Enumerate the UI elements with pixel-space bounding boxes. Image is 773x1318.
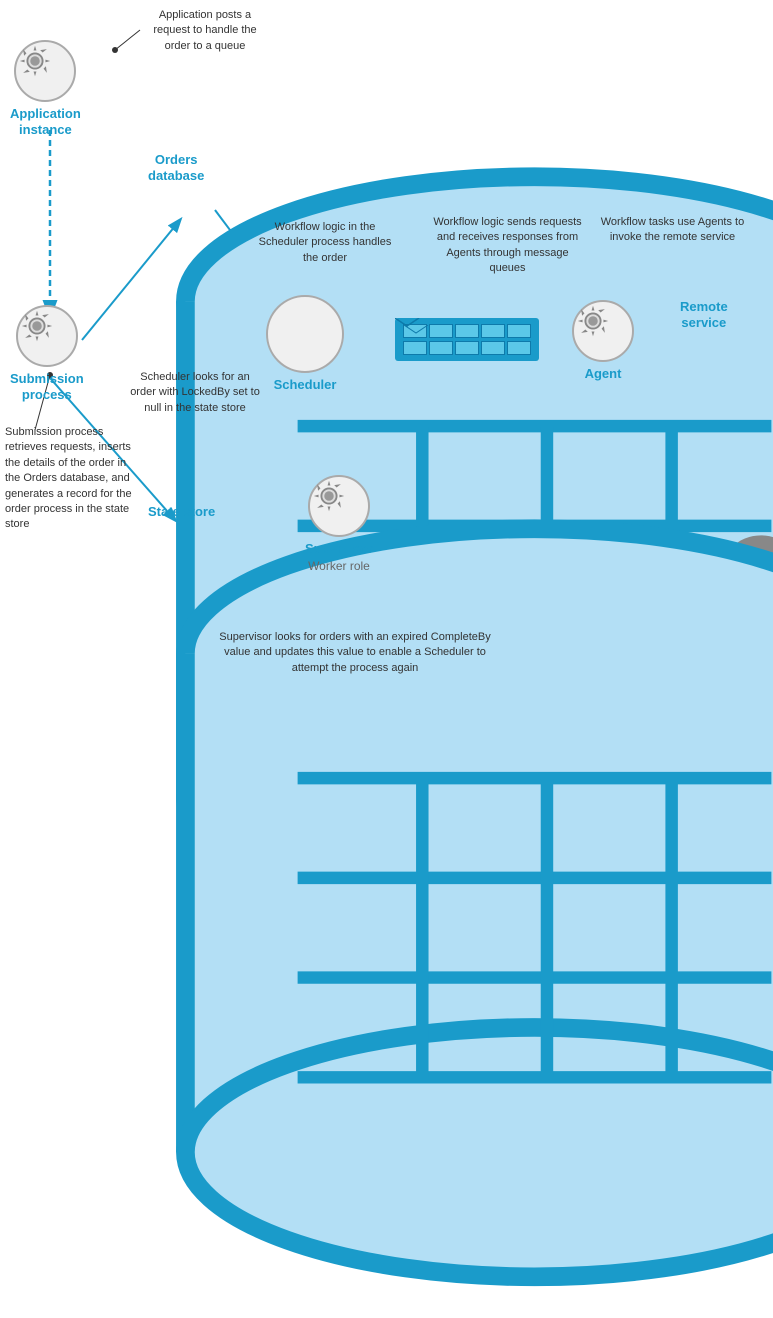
- state-store-label: State store: [148, 504, 215, 520]
- remote-service-label: Remoteservice: [680, 299, 728, 330]
- annotation-supervisor-looks: Supervisor looks for orders with an expi…: [215, 630, 495, 676]
- annotation-app-queue: Application posts a request to handle th…: [140, 8, 270, 54]
- message-queue-node: [395, 318, 539, 361]
- diagram: Application instance Application posts a…: [0, 0, 773, 818]
- agent-node: Agent: [572, 300, 634, 382]
- supervisor-icon: [308, 475, 370, 537]
- application-instance-icon: [14, 40, 76, 102]
- state-store-icon: [148, 500, 773, 1318]
- application-instance-node: Application instance: [10, 40, 81, 137]
- annotation-scheduler-handles: Workflow logic in the Scheduler process …: [255, 220, 395, 266]
- orders-database-node: Ordersdatabase: [148, 148, 204, 183]
- scheduler-node: Scheduler: [255, 295, 355, 393]
- state-store-node: State store: [148, 500, 215, 520]
- scheduler-icon: [266, 295, 344, 373]
- annotation-submission: Submission process retrieves requests, i…: [5, 425, 135, 533]
- application-instance-label: Application instance: [10, 106, 81, 137]
- annotation-scheduler-looks: Scheduler looks for an order with Locked…: [130, 370, 260, 416]
- submission-process-icon: [16, 305, 78, 367]
- worker-role-label: Worker role: [308, 559, 370, 573]
- agent-label: Agent: [585, 366, 622, 382]
- supervisor-label: Supervisor: [305, 541, 373, 557]
- scheduler-label: Scheduler: [274, 377, 337, 393]
- annotation-workflow-tasks: Workflow tasks use Agents to invoke the …: [600, 215, 745, 246]
- annotation-workflow-sends: Workflow logic sends requests and receiv…: [430, 215, 585, 277]
- supervisor-node: Supervisor Worker role: [305, 475, 373, 573]
- orders-database-label: Ordersdatabase: [148, 152, 204, 183]
- remote-service-icon: [680, 295, 773, 1113]
- remote-service-node: Remoteservice: [680, 295, 728, 330]
- message-queue-icon: [395, 318, 539, 361]
- agent-icon: [572, 300, 634, 362]
- submission-process-label: Submissionprocess: [10, 371, 84, 402]
- submission-process-node: Submissionprocess: [10, 305, 84, 402]
